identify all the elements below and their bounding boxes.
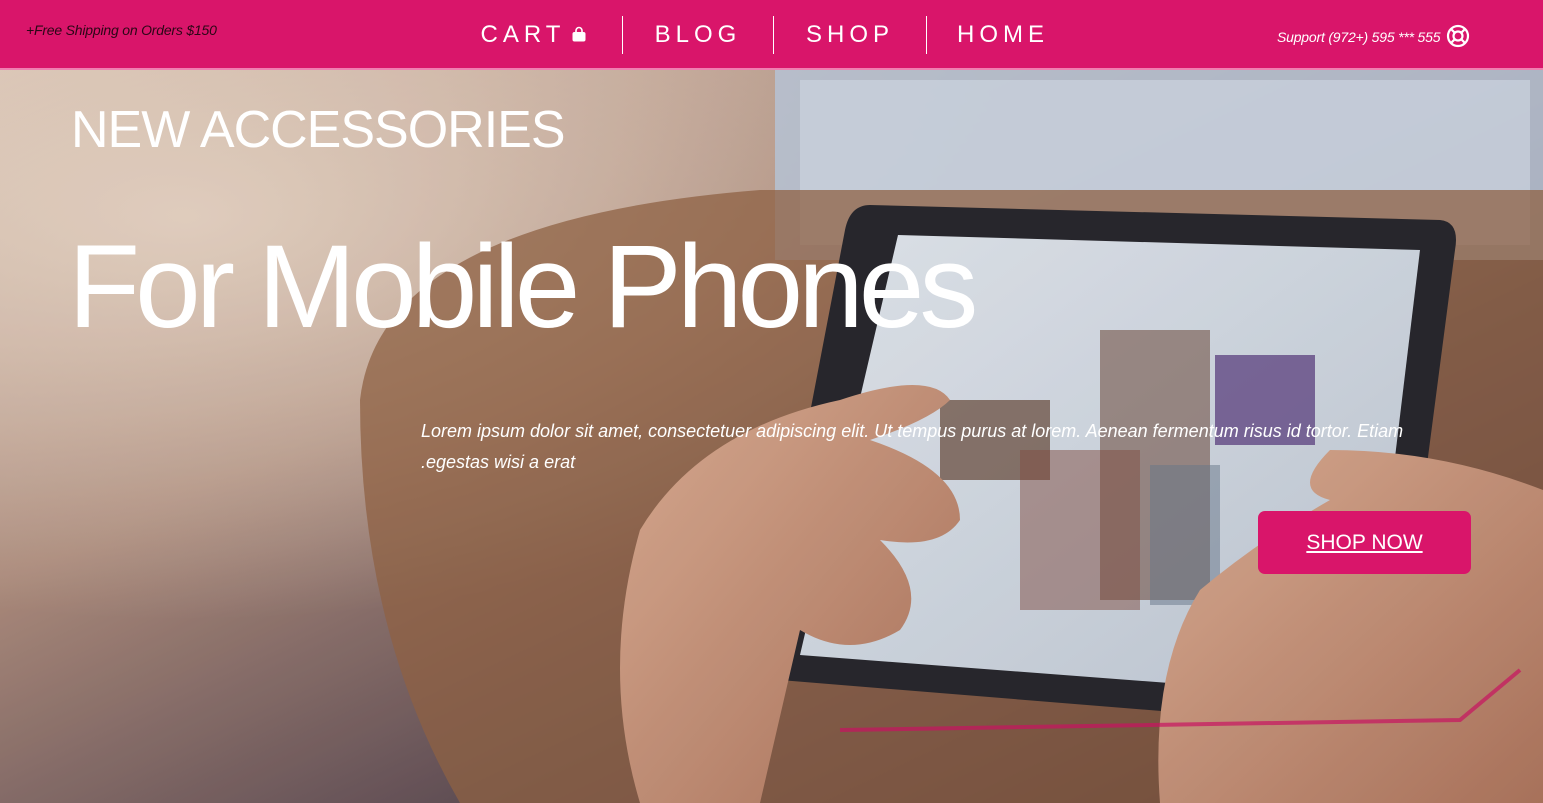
shopping-bag-icon (572, 26, 586, 42)
free-shipping-promo: +Free Shipping on Orders $150 (26, 22, 217, 38)
main-nav: CART BLOG SHOP HOME (446, 16, 1079, 54)
nav-cart-link[interactable]: CART (446, 16, 622, 54)
hero-headline: For Mobile Phones (68, 221, 978, 353)
nav-blog-link[interactable]: BLOG (623, 16, 773, 54)
top-header: +Free Shipping on Orders $150 CART BLOG … (0, 0, 1543, 70)
hero-eyebrow: NEW ACCESSORIES (71, 101, 566, 159)
support-phone: Support (972+) 595 *** 555 (1277, 29, 1441, 45)
nav-home-link[interactable]: HOME (927, 16, 1079, 54)
hero-banner: NEW ACCESSORIES For Mobile Phones Lorem … (0, 70, 1543, 803)
hero-description: Lorem ipsum dolor sit amet, consectetuer… (421, 421, 1404, 472)
shop-now-button[interactable]: SHOP NOW (1258, 511, 1471, 574)
lifebuoy-icon (1447, 24, 1470, 48)
nav-cart-label: CART (480, 21, 566, 48)
support-contact[interactable]: Support (972+) 595 *** 555 (1277, 24, 1470, 48)
nav-shop-link[interactable]: SHOP (774, 16, 926, 54)
